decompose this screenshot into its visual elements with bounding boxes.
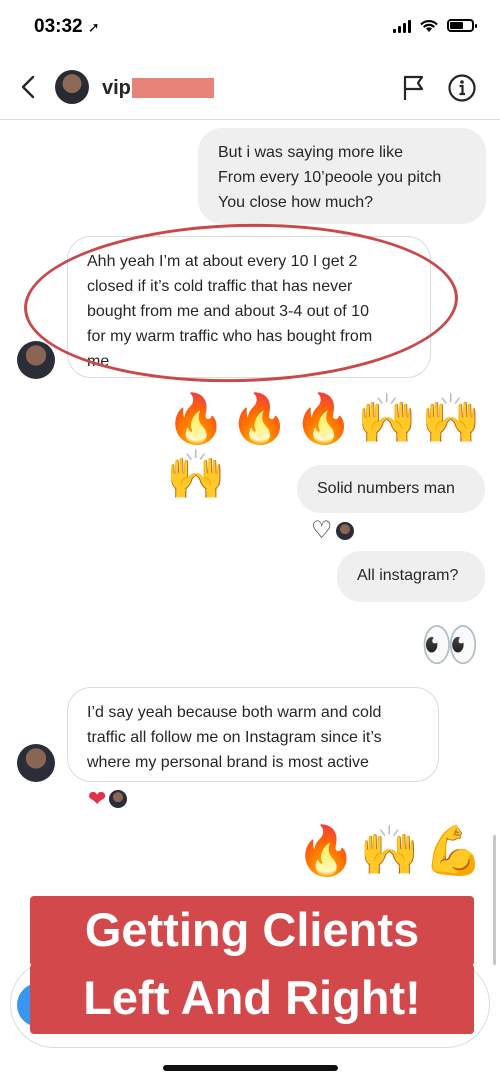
message-bubble-outgoing[interactable]: Solid numbers man (297, 465, 485, 513)
chat-header: vip (0, 58, 500, 120)
reactor-avatar (334, 521, 355, 541)
message-bubble-outgoing[interactable]: But i was saying more like From every 10… (198, 128, 486, 224)
message-line: All instagram? (357, 567, 459, 584)
message-line: But i was saying more like (218, 144, 403, 161)
back-button[interactable] (14, 72, 44, 102)
scrollbar[interactable] (493, 835, 496, 965)
emoji-message[interactable]: 👀 (420, 618, 484, 674)
heart-filled-icon: ❤ (88, 786, 107, 811)
message-line: where my personal brand is most active (87, 754, 369, 771)
heart-outline-icon: ♡ (311, 517, 333, 544)
banner-line-1: Getting Clients (30, 896, 474, 966)
chat-username[interactable]: vip (102, 77, 131, 100)
status-icons (393, 18, 477, 33)
redaction-bar (132, 78, 214, 98)
location-arrow-icon: ➚ (87, 19, 100, 35)
message-line: traffic all follow me on Instagram since… (87, 729, 382, 746)
reaction-row[interactable]: ❤ (88, 786, 129, 811)
banner-line-2: Left And Right! (30, 964, 474, 1034)
sender-avatar[interactable] (17, 744, 55, 782)
reaction-row[interactable]: ♡ (311, 517, 355, 544)
battery-level (450, 22, 463, 29)
info-icon[interactable] (447, 73, 477, 103)
signal-icon (393, 19, 411, 33)
home-indicator[interactable] (163, 1065, 338, 1071)
flag-icon[interactable] (400, 74, 428, 102)
battery-icon (447, 19, 477, 32)
message-line: From every 10’peoole you pitch (218, 169, 442, 186)
status-time: 03:32 ➚ (34, 16, 100, 37)
message-bubble-incoming[interactable]: I’d say yeah because both warm and cold … (67, 687, 439, 782)
message-line: Solid numbers man (317, 480, 455, 497)
status-bar: 03:32 ➚ (0, 0, 500, 56)
header-avatar[interactable] (55, 70, 89, 104)
emoji-message[interactable]: 🔥🙌💪 (296, 824, 487, 880)
sender-avatar[interactable] (17, 341, 55, 379)
reactor-avatar (108, 789, 129, 809)
message-line: You close how much? (218, 194, 374, 211)
message-bubble-outgoing[interactable]: All instagram? (337, 551, 485, 602)
message-line: I’d say yeah because both warm and cold (87, 704, 382, 721)
wifi-icon (420, 20, 438, 32)
